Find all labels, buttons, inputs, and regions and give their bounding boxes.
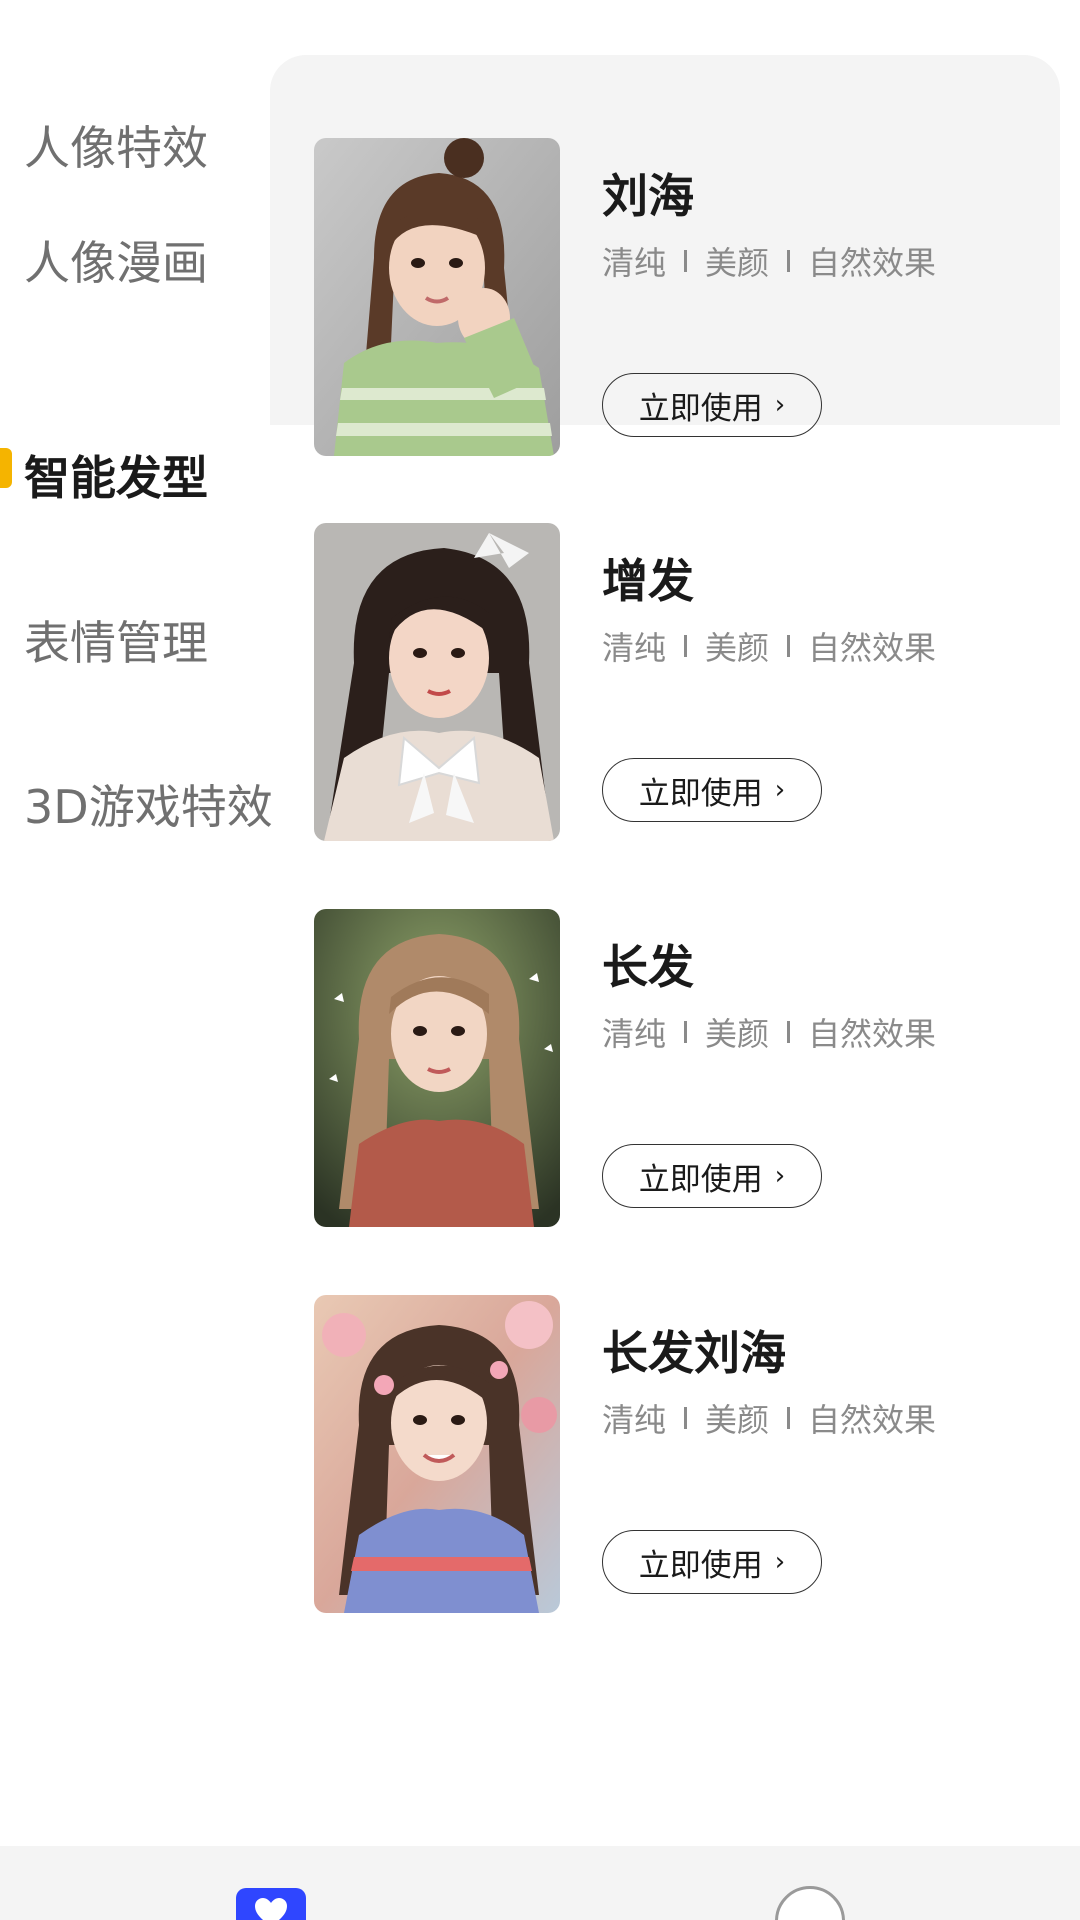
tag: 美颜 xyxy=(705,244,770,282)
tag: 清纯 xyxy=(602,629,667,667)
tag: 清纯 xyxy=(602,1401,667,1439)
use-now-label: 立即使用 xyxy=(638,1547,763,1584)
item-tags: 清纯 美颜 自然效果 xyxy=(602,623,936,669)
tag-separator xyxy=(787,635,791,657)
item-title: 长发刘海 xyxy=(602,1326,786,1380)
hairstyle-page: 人像特效 人像漫画 智能发型 表情管理 3D游戏特效 刘海 清纯 美颜 自然效果… xyxy=(0,0,1080,1920)
use-now-label: 立即使用 xyxy=(638,1161,763,1198)
girl-white-bow-portrait[interactable] xyxy=(314,523,560,841)
category-3d-game-effects[interactable]: 3D游戏特效 xyxy=(24,771,273,837)
tag: 自然效果 xyxy=(808,1401,937,1439)
category-sidebar: 人像特效 人像漫画 智能发型 表情管理 3D游戏特效 xyxy=(0,0,273,1840)
item-title: 增发 xyxy=(602,554,694,608)
list-item[interactable]: 刘海 清纯 美颜 自然效果 立即使用 › xyxy=(314,138,1054,458)
item-title: 长发 xyxy=(602,940,694,994)
tag: 自然效果 xyxy=(808,244,937,282)
tag: 美颜 xyxy=(705,1015,770,1053)
tag: 美颜 xyxy=(705,1401,770,1439)
tag: 美颜 xyxy=(705,629,770,667)
list-item[interactable]: 长发刘海 清纯 美颜 自然效果 立即使用 › xyxy=(314,1295,1054,1615)
chevron-right-icon: › xyxy=(774,390,786,420)
girl-long-hair-butterflies-portrait[interactable] xyxy=(314,909,560,1227)
use-now-label: 立即使用 xyxy=(638,390,763,427)
tag-separator xyxy=(684,250,688,272)
tag: 自然效果 xyxy=(808,1015,937,1053)
heart-icon[interactable] xyxy=(236,1888,306,1920)
tag: 清纯 xyxy=(602,244,667,282)
list-item[interactable]: 增发 清纯 美颜 自然效果 立即使用 › xyxy=(314,523,1054,843)
girl-flowers-portrait[interactable] xyxy=(314,1295,560,1613)
tag-separator xyxy=(684,1021,688,1043)
category-portrait-effects[interactable]: 人像特效 xyxy=(24,112,208,178)
category-expression-management[interactable]: 表情管理 xyxy=(24,607,208,673)
use-now-button[interactable]: 立即使用 › xyxy=(602,1144,822,1208)
item-tags: 清纯 美颜 自然效果 xyxy=(602,1395,936,1441)
chevron-right-icon: › xyxy=(774,1161,786,1191)
tag-separator xyxy=(787,250,791,272)
use-now-button[interactable]: 立即使用 › xyxy=(602,758,822,822)
chevron-right-icon: › xyxy=(774,1547,786,1577)
profile-icon[interactable] xyxy=(775,1886,845,1920)
category-portrait-comic[interactable]: 人像漫画 xyxy=(24,227,208,293)
list-item[interactable]: 长发 清纯 美颜 自然效果 立即使用 › xyxy=(314,909,1054,1229)
girl-green-sweater-portrait[interactable] xyxy=(314,138,560,456)
tag: 清纯 xyxy=(602,1015,667,1053)
item-title: 刘海 xyxy=(602,169,694,223)
tag-separator xyxy=(684,635,688,657)
item-tags: 清纯 美颜 自然效果 xyxy=(602,238,936,284)
bottom-tab-bar xyxy=(0,1846,1080,1920)
tag-separator xyxy=(684,1407,688,1429)
item-tags: 清纯 美颜 自然效果 xyxy=(602,1009,936,1055)
tag-separator xyxy=(787,1407,791,1429)
use-now-label: 立即使用 xyxy=(638,775,763,812)
chevron-right-icon: › xyxy=(774,775,786,805)
active-category-indicator xyxy=(0,448,12,488)
category-smart-hairstyle[interactable]: 智能发型 xyxy=(24,442,208,508)
tag-separator xyxy=(787,1021,791,1043)
use-now-button[interactable]: 立即使用 › xyxy=(602,1530,822,1594)
tag: 自然效果 xyxy=(808,629,937,667)
use-now-button[interactable]: 立即使用 › xyxy=(602,373,822,437)
